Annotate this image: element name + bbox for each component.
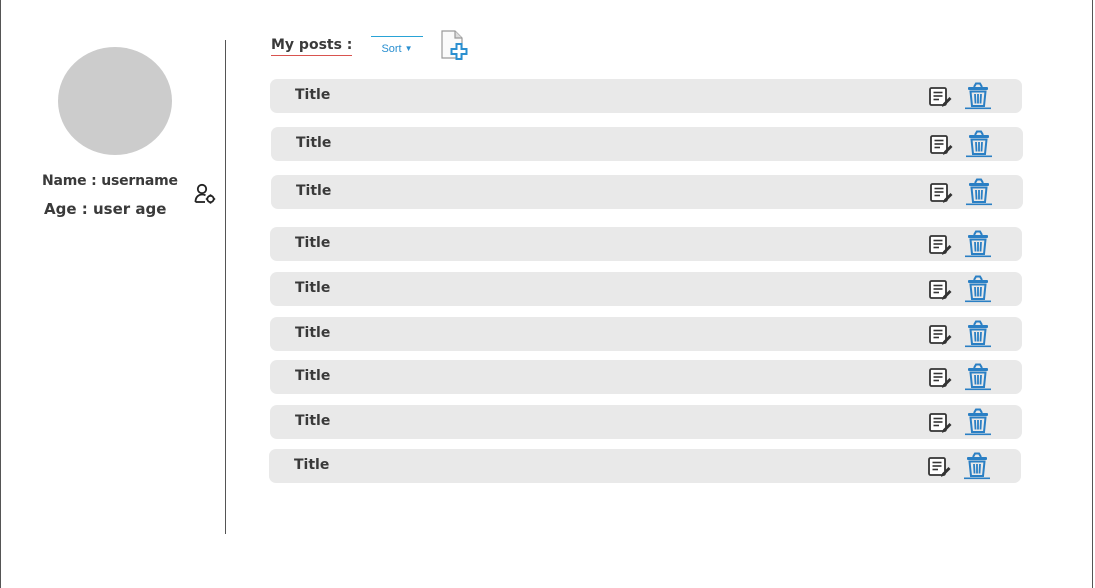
delete-post-button[interactable] <box>963 408 993 436</box>
post-title: Title <box>296 135 332 151</box>
post-row[interactable]: Title <box>270 79 1022 113</box>
edit-list-icon <box>929 235 952 255</box>
edit-post-button[interactable] <box>929 181 953 205</box>
trash-icon <box>966 178 992 206</box>
delete-post-button[interactable] <box>963 82 993 110</box>
trash-icon <box>965 408 991 436</box>
trash-icon <box>966 130 992 158</box>
post-title: Title <box>295 325 331 341</box>
edit-post-button[interactable] <box>928 411 952 435</box>
edit-list-icon <box>929 87 952 107</box>
post-title: Title <box>294 457 330 473</box>
add-post-button[interactable] <box>440 30 470 62</box>
post-row[interactable]: Title <box>271 127 1023 161</box>
post-row[interactable]: Title <box>270 227 1022 261</box>
profile-age: Age : user age <box>44 200 167 218</box>
user-settings-icon <box>194 183 216 204</box>
edit-post-button[interactable] <box>928 278 952 302</box>
sort-dropdown[interactable]: Sort ▼ <box>371 36 423 60</box>
sidebar-divider <box>225 40 226 534</box>
edit-post-button[interactable] <box>927 455 951 479</box>
edit-list-icon <box>929 368 952 388</box>
trash-icon <box>965 363 991 391</box>
trash-icon <box>965 275 991 303</box>
user-settings-button[interactable] <box>193 182 217 206</box>
edit-list-icon <box>930 135 953 155</box>
edit-post-button[interactable] <box>928 85 952 109</box>
trash-icon <box>965 230 991 258</box>
edit-post-button[interactable] <box>929 133 953 157</box>
trash-icon <box>965 82 991 110</box>
post-title: Title <box>295 87 331 103</box>
delete-post-button[interactable] <box>964 130 994 158</box>
trash-icon <box>965 320 991 348</box>
add-document-icon <box>441 30 468 60</box>
post-row[interactable]: Title <box>270 360 1022 394</box>
trash-icon <box>964 452 990 480</box>
edit-list-icon <box>930 183 953 203</box>
post-row[interactable]: Title <box>270 317 1022 351</box>
post-row[interactable]: Title <box>270 272 1022 306</box>
edit-list-icon <box>929 413 952 433</box>
chevron-down-icon: ▼ <box>404 44 413 53</box>
post-row[interactable]: Title <box>270 405 1022 439</box>
post-title: Title <box>295 368 331 384</box>
sort-label: Sort <box>381 43 402 55</box>
delete-post-button[interactable] <box>964 178 994 206</box>
delete-post-button[interactable] <box>962 452 992 480</box>
delete-post-button[interactable] <box>963 275 993 303</box>
post-title: Title <box>295 235 331 251</box>
post-title: Title <box>295 413 331 429</box>
profile-name: Name : username <box>42 173 178 189</box>
edit-list-icon <box>929 325 952 345</box>
delete-post-button[interactable] <box>963 363 993 391</box>
posts-header: My posts : <box>271 37 353 56</box>
edit-list-icon <box>928 457 951 477</box>
edit-post-button[interactable] <box>928 233 952 257</box>
delete-post-button[interactable] <box>963 320 993 348</box>
delete-post-button[interactable] <box>963 230 993 258</box>
post-row[interactable]: Title <box>269 449 1021 483</box>
post-title: Title <box>295 280 331 296</box>
avatar <box>58 47 172 155</box>
edit-post-button[interactable] <box>928 323 952 347</box>
post-row[interactable]: Title <box>271 175 1023 209</box>
post-title: Title <box>296 183 332 199</box>
edit-list-icon <box>929 280 952 300</box>
edit-post-button[interactable] <box>928 366 952 390</box>
